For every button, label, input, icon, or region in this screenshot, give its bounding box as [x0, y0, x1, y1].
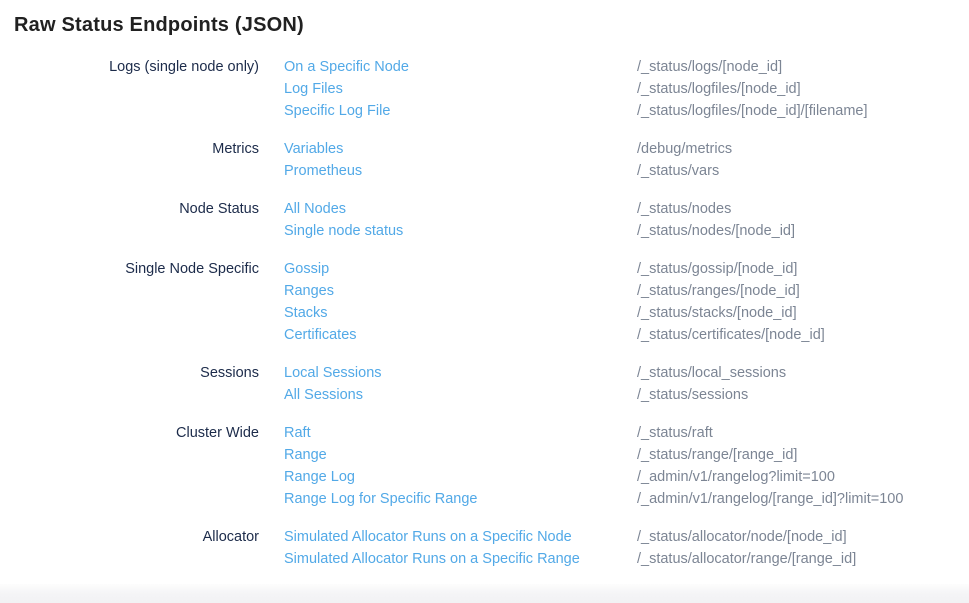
endpoint-link[interactable]: On a Specific Node	[284, 56, 637, 78]
endpoint-group-sessions: Sessions Local Sessions /_status/local_s…	[0, 362, 969, 406]
endpoint-link[interactable]: Variables	[284, 138, 637, 160]
endpoint-link[interactable]: Prometheus	[284, 160, 637, 182]
endpoint-row: Range /_status/range/[range_id]	[284, 444, 969, 466]
endpoint-row: Stacks /_status/stacks/[node_id]	[284, 302, 969, 324]
endpoint-group-single-node-specific: Single Node Specific Gossip /_status/gos…	[0, 258, 969, 346]
endpoint-path: /_admin/v1/rangelog?limit=100	[637, 466, 969, 488]
endpoint-path: /_status/ranges/[node_id]	[637, 280, 969, 302]
endpoint-row: Ranges /_status/ranges/[node_id]	[284, 280, 969, 302]
endpoint-path: /_status/gossip/[node_id]	[637, 258, 969, 280]
endpoint-path: /_status/logfiles/[node_id]/[filename]	[637, 100, 969, 122]
endpoint-row: All Sessions /_status/sessions	[284, 384, 969, 406]
endpoint-path: /_status/logs/[node_id]	[637, 56, 969, 78]
endpoint-group-logs: Logs (single node only) On a Specific No…	[0, 56, 969, 122]
endpoint-link[interactable]: Gossip	[284, 258, 637, 280]
endpoint-path: /debug/metrics	[637, 138, 969, 160]
endpoint-path: /_status/nodes	[637, 198, 969, 220]
group-rows: Local Sessions /_status/local_sessions A…	[284, 362, 969, 406]
endpoint-path: /_status/stacks/[node_id]	[637, 302, 969, 324]
group-rows: Raft /_status/raft Range /_status/range/…	[284, 422, 969, 510]
endpoint-row: Raft /_status/raft	[284, 422, 969, 444]
group-label: Sessions	[0, 362, 259, 384]
endpoint-link[interactable]: Log Files	[284, 78, 637, 100]
page-title: Raw Status Endpoints (JSON)	[14, 12, 969, 38]
group-rows: Variables /debug/metrics Prometheus /_st…	[284, 138, 969, 182]
endpoint-row: Log Files /_status/logfiles/[node_id]	[284, 78, 969, 100]
endpoint-path: /_status/logfiles/[node_id]	[637, 78, 969, 100]
endpoint-path: /_status/local_sessions	[637, 362, 969, 384]
group-label: Metrics	[0, 138, 259, 160]
endpoint-link[interactable]: Range Log	[284, 466, 637, 488]
endpoint-link[interactable]: Range Log for Specific Range	[284, 488, 637, 510]
endpoint-path: /_status/allocator/range/[range_id]	[637, 548, 969, 570]
group-rows: On a Specific Node /_status/logs/[node_i…	[284, 56, 969, 122]
endpoint-link[interactable]: Certificates	[284, 324, 637, 346]
endpoint-row: Simulated Allocator Runs on a Specific N…	[284, 526, 969, 548]
endpoint-link[interactable]: All Nodes	[284, 198, 637, 220]
endpoint-link[interactable]: Specific Log File	[284, 100, 637, 122]
endpoint-link[interactable]: Single node status	[284, 220, 637, 242]
endpoint-row: Prometheus /_status/vars	[284, 160, 969, 182]
endpoint-row: Range Log /_admin/v1/rangelog?limit=100	[284, 466, 969, 488]
endpoint-path: /_status/certificates/[node_id]	[637, 324, 969, 346]
group-label: Single Node Specific	[0, 258, 259, 280]
endpoint-path: /_status/range/[range_id]	[637, 444, 969, 466]
endpoint-group-node-status: Node Status All Nodes /_status/nodes Sin…	[0, 198, 969, 242]
footer-band	[0, 584, 969, 603]
endpoints-table: Logs (single node only) On a Specific No…	[0, 56, 969, 570]
endpoint-path: /_status/nodes/[node_id]	[637, 220, 969, 242]
group-rows: Gossip /_status/gossip/[node_id] Ranges …	[284, 258, 969, 346]
endpoint-group-allocator: Allocator Simulated Allocator Runs on a …	[0, 526, 969, 570]
endpoint-link[interactable]: Simulated Allocator Runs on a Specific R…	[284, 548, 637, 570]
raw-status-endpoints-page: Raw Status Endpoints (JSON) Logs (single…	[0, 0, 969, 603]
endpoint-path: /_status/sessions	[637, 384, 969, 406]
endpoint-row: Range Log for Specific Range /_admin/v1/…	[284, 488, 969, 510]
endpoint-path: /_status/vars	[637, 160, 969, 182]
group-label: Allocator	[0, 526, 259, 548]
endpoint-row: Specific Log File /_status/logfiles/[nod…	[284, 100, 969, 122]
endpoint-path: /_status/allocator/node/[node_id]	[637, 526, 969, 548]
group-label: Logs (single node only)	[0, 56, 259, 78]
endpoint-row: Single node status /_status/nodes/[node_…	[284, 220, 969, 242]
endpoint-link[interactable]: Range	[284, 444, 637, 466]
endpoint-link[interactable]: All Sessions	[284, 384, 637, 406]
endpoint-row: Local Sessions /_status/local_sessions	[284, 362, 969, 384]
group-rows: All Nodes /_status/nodes Single node sta…	[284, 198, 969, 242]
endpoint-link[interactable]: Local Sessions	[284, 362, 637, 384]
endpoint-row: Gossip /_status/gossip/[node_id]	[284, 258, 969, 280]
group-label: Node Status	[0, 198, 259, 220]
endpoint-link[interactable]: Raft	[284, 422, 637, 444]
endpoint-row: On a Specific Node /_status/logs/[node_i…	[284, 56, 969, 78]
endpoint-row: Certificates /_status/certificates/[node…	[284, 324, 969, 346]
endpoint-link[interactable]: Ranges	[284, 280, 637, 302]
endpoint-path: /_admin/v1/rangelog/[range_id]?limit=100	[637, 488, 969, 510]
endpoint-link[interactable]: Simulated Allocator Runs on a Specific N…	[284, 526, 637, 548]
endpoint-group-cluster-wide: Cluster Wide Raft /_status/raft Range /_…	[0, 422, 969, 510]
endpoint-path: /_status/raft	[637, 422, 969, 444]
endpoint-row: Simulated Allocator Runs on a Specific R…	[284, 548, 969, 570]
endpoint-row: All Nodes /_status/nodes	[284, 198, 969, 220]
endpoint-group-metrics: Metrics Variables /debug/metrics Prometh…	[0, 138, 969, 182]
endpoint-link[interactable]: Stacks	[284, 302, 637, 324]
endpoint-row: Variables /debug/metrics	[284, 138, 969, 160]
group-rows: Simulated Allocator Runs on a Specific N…	[284, 526, 969, 570]
group-label: Cluster Wide	[0, 422, 259, 444]
